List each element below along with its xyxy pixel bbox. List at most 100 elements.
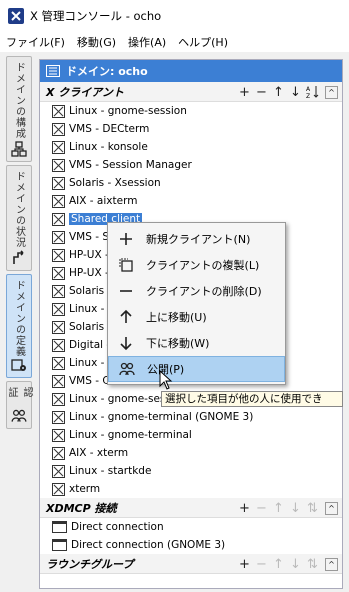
tab-auth[interactable]: 認証: [6, 381, 32, 429]
x-client-label: VMS - DECterm: [69, 123, 150, 135]
sort-icon[interactable]: AZ: [304, 84, 321, 100]
menu-move-down[interactable]: 下に移動(W): [108, 330, 285, 356]
define-icon: [11, 359, 26, 371]
menu-publish[interactable]: 公開(P): [108, 356, 285, 382]
x-client-label: Digital -: [69, 339, 111, 351]
menu-new-client[interactable]: 新規クライアント(N): [108, 226, 285, 252]
x-client-row[interactable]: xterm: [52, 480, 342, 498]
add-icon[interactable]: +: [236, 500, 253, 516]
menu-file[interactable]: ファイル(F): [6, 34, 65, 50]
menu-new-client-label: 新規クライアント(N): [146, 233, 251, 246]
x-client-icon: [52, 302, 65, 316]
x-client-icon: [52, 392, 65, 406]
collapse-icon[interactable]: ^: [325, 501, 338, 515]
menu-duplicate-client-label: クライアントの複製(L): [146, 259, 260, 272]
x-client-label: Solaris - Xsession: [69, 177, 161, 189]
remove-icon: −: [256, 556, 267, 572]
x-client-row[interactable]: Solaris - Xsession: [52, 174, 342, 192]
x-client-row[interactable]: Linux - gnome-terminal (GNOME 3): [52, 408, 342, 426]
x-client-icon: [52, 122, 65, 136]
menu-help[interactable]: ヘルプ(H): [178, 34, 228, 50]
x-client-label: Solaris: [69, 321, 105, 333]
x-client-label: VMS - S: [69, 231, 110, 243]
x-client-label: Linux - startkde: [69, 465, 152, 477]
x-client-label: HP-UX -: [69, 267, 109, 279]
mouse-cursor-icon: [159, 370, 173, 390]
minus-icon: [118, 283, 134, 299]
x-client-label: Linux - gnome-terminal (GNOME 3): [69, 411, 254, 423]
sort-icon: ⇅: [307, 556, 318, 572]
xdmcp-connection-row[interactable]: Direct connection: [52, 518, 342, 536]
x-client-icon: [52, 248, 65, 262]
x-client-label: VMS - Session Manager: [69, 159, 192, 171]
x-client-icon: [52, 374, 65, 388]
x-client-icon: [52, 464, 65, 478]
add-icon[interactable]: +: [236, 84, 253, 100]
tab-domain-status-label: ドメインの状況: [13, 171, 25, 248]
menu-bar: ファイル(F) 移動(G) 操作(A) ヘルプ(H): [0, 32, 349, 52]
collapse-icon[interactable]: ^: [325, 557, 338, 571]
move-down-icon[interactable]: ↓: [287, 84, 304, 100]
x-client-row[interactable]: AIX - aixterm: [52, 192, 342, 210]
x-client-row[interactable]: Linux - konsole: [52, 138, 342, 156]
xdmcp-header: XDMCP 接続 + − ↑ ↓ ⇅ ^: [40, 498, 342, 518]
menu-duplicate-client[interactable]: クライアントの複製(L): [108, 252, 285, 278]
x-client-icon: [52, 446, 65, 460]
xdmcp-connection-row[interactable]: Direct connection (GNOME 3): [52, 536, 342, 554]
share-users-icon: [119, 361, 135, 377]
window-title: X 管理コンソール - ocho: [30, 9, 162, 23]
app-icon: [8, 8, 24, 24]
x-client-row[interactable]: Linux - gnome-terminal: [52, 426, 342, 444]
remove-icon[interactable]: −: [253, 84, 270, 100]
x-client-row[interactable]: VMS - Session Manager: [52, 156, 342, 174]
x-client-row[interactable]: AIX - xterm: [52, 444, 342, 462]
xdmcp-connection-label: Direct connection: [71, 521, 164, 533]
svg-text:A: A: [306, 86, 311, 93]
status-icon: [13, 250, 24, 264]
tooltip: 選択した項目が他の人に使用でき: [161, 391, 343, 407]
move-down-icon: ↓: [290, 556, 301, 572]
add-icon[interactable]: +: [236, 556, 253, 572]
x-client-icon: [52, 230, 65, 244]
menu-delete-client-label: クライアントの削除(D): [146, 285, 262, 298]
context-menu: 新規クライアント(N) クライアントの複製(L) クライアントの削除(D) 上に…: [107, 222, 286, 385]
x-clients-title: X クライアント: [46, 85, 124, 99]
tab-domain-status[interactable]: ドメインの状況: [6, 165, 32, 271]
x-client-row[interactable]: Linux - gnome-session: [52, 102, 342, 120]
x-client-icon: [52, 104, 65, 118]
x-client-row[interactable]: VMS - DECterm: [52, 120, 342, 138]
x-client-icon: [52, 338, 65, 352]
x-client-label: Solaris: [69, 285, 105, 297]
menu-action[interactable]: 操作(A): [128, 34, 166, 50]
remove-icon: −: [256, 500, 267, 516]
move-up-icon: ↑: [273, 556, 284, 572]
xdmcp-title: XDMCP 接続: [46, 501, 117, 515]
x-client-icon: [52, 140, 65, 154]
tab-auth-label: 認証: [6, 387, 32, 398]
collapse-icon[interactable]: ^: [325, 85, 338, 99]
move-up-icon: ↑: [273, 500, 284, 516]
x-client-icon: [52, 356, 65, 370]
x-client-row[interactable]: Linux - startkde: [52, 462, 342, 480]
x-client-label: AIX - aixterm: [69, 195, 138, 207]
menu-move-up[interactable]: 上に移動(U): [108, 304, 285, 330]
x-client-icon: [52, 176, 65, 190]
tab-domain-config-label: ドメインの構成: [13, 62, 25, 139]
x-clients-header: X クライアント + − ↑ ↓ AZ ^: [40, 82, 342, 102]
move-up-icon[interactable]: ↑: [270, 84, 287, 100]
menu-go[interactable]: 移動(G): [77, 34, 116, 50]
x-client-label: xterm: [69, 483, 101, 495]
x-client-label: AIX - xterm: [69, 447, 129, 459]
domain-icon: [46, 65, 60, 77]
x-client-label: Linux -: [69, 303, 105, 315]
x-client-icon: [52, 194, 65, 208]
tab-domain-definition[interactable]: ドメインの定義: [6, 274, 32, 378]
x-client-label: Linux - gnome-terminal: [69, 429, 192, 441]
copy-icon: [118, 257, 134, 273]
tab-domain-config[interactable]: ドメインの構成: [6, 56, 32, 162]
svg-text:Z: Z: [306, 93, 310, 99]
xdmcp-connection-label: Direct connection (GNOME 3): [71, 539, 226, 551]
arrow-down-icon: [118, 335, 134, 351]
x-client-icon: [52, 482, 65, 496]
menu-delete-client[interactable]: クライアントの削除(D): [108, 278, 285, 304]
